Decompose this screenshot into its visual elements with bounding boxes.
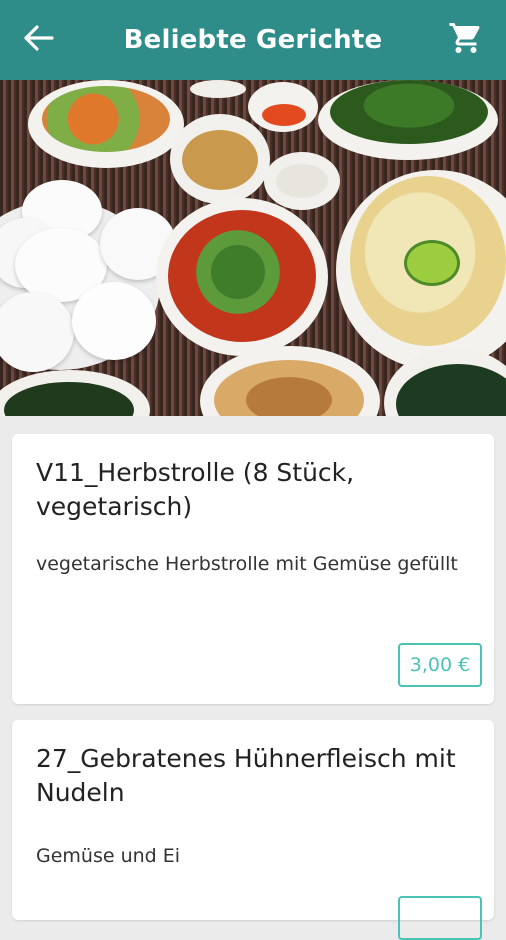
dish-description: vegetarische Herbstrolle mit Gemüse gefü… [36,553,458,575]
arrow-left-icon [21,24,55,56]
price-button[interactable]: 3,00 € [398,643,482,687]
food-spread-photo [0,80,506,416]
dish-name: 27_Gebratenes Hühnerfleisch mit Nudeln [36,744,456,807]
dish-description: Gemüse und Ei [36,845,181,867]
cart-button[interactable] [446,20,486,60]
app-bar: Beliebte Gerichte [0,0,506,80]
dish-name: V11_Herbstrolle (8 Stück, vegetarisch) [36,458,355,521]
back-button[interactable] [18,22,58,58]
page-title: Beliebte Gerichte [123,25,383,55]
shopping-cart-icon [448,20,484,60]
dish-card[interactable]: 27_Gebratenes Hühnerfleisch mit Nudeln G… [12,720,494,940]
dish-card[interactable]: V11_Herbstrolle (8 Stück, vegetarisch) v… [12,434,494,704]
price-button[interactable] [398,896,482,940]
